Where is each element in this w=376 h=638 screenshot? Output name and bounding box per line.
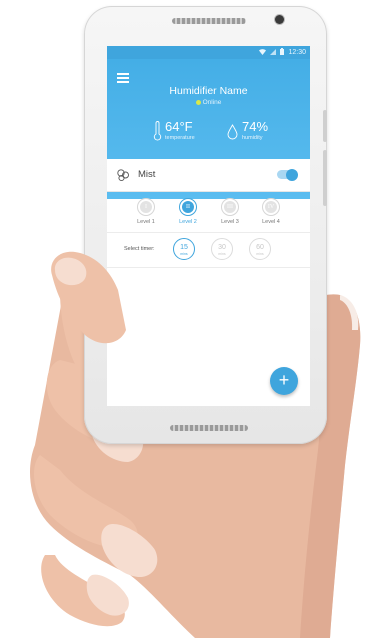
level-1-label: Level 1 [137, 219, 155, 225]
mist-label: Mist [138, 169, 156, 180]
level-1-numeral: I [140, 201, 152, 213]
status-time: 12:30 [288, 49, 306, 56]
mist-icon [117, 169, 129, 182]
phone-speaker-bottom [170, 425, 248, 431]
connection-status-label: Online [202, 99, 222, 106]
level-3-option[interactable]: III Level 3 [212, 198, 248, 225]
level-1-button[interactable]: I [137, 198, 155, 216]
level-3-label: Level 3 [221, 219, 239, 225]
timer-option-value: 60 [256, 244, 264, 251]
timer-option-30[interactable]: 30 mins [211, 238, 233, 260]
phone-volume-button [323, 110, 327, 142]
timer-option-unit: mins [218, 252, 226, 256]
temperature-label: temperature [165, 135, 195, 141]
level-1-option[interactable]: I Level 1 [128, 198, 164, 225]
plus-icon: + [278, 370, 290, 390]
humidity-value: 74% [242, 119, 269, 134]
mist-toggle[interactable] [277, 168, 298, 181]
timer-option-15[interactable]: 15 mins [173, 238, 195, 260]
wifi-icon [259, 48, 267, 57]
timer-option-value: 30 [218, 244, 226, 251]
timer-label: Select timer: [124, 246, 155, 252]
level-2-label: Level 2 [179, 219, 197, 225]
mist-row: Mist [107, 159, 310, 192]
connection-status: Online [107, 99, 310, 106]
timer-option-unit: mins [180, 252, 188, 256]
level-4-option[interactable]: IV Level 4 [253, 198, 289, 225]
phone-power-button [323, 150, 327, 206]
humidity-metric: 74% humidity [227, 119, 287, 145]
droplet-icon [227, 124, 238, 140]
level-2-numeral: II [182, 201, 194, 213]
app-screen: 12:30 Humidifier Name Online 64°F temper… [107, 46, 310, 406]
temperature-value: 64°F [165, 119, 193, 134]
level-3-button[interactable]: III [221, 198, 239, 216]
signal-icon [270, 48, 277, 57]
phone-speaker-top [172, 18, 246, 24]
timer-option-60[interactable]: 60 mins [249, 238, 271, 260]
level-2-option[interactable]: II Level 2 [170, 198, 206, 225]
temperature-metric: 64°F temperature [153, 119, 213, 145]
level-3-numeral: III [224, 201, 236, 213]
level-4-numeral: IV [265, 201, 277, 213]
timer-row: Select timer: 15 mins 30 mins 60 mins [107, 233, 310, 268]
toggle-knob [286, 168, 298, 181]
status-bar: 12:30 [107, 46, 310, 59]
add-button[interactable]: + [270, 367, 298, 395]
level-4-button[interactable]: IV [262, 198, 280, 216]
level-4-label: Level 4 [262, 219, 280, 225]
menu-icon[interactable] [117, 73, 129, 83]
level-selector: I Level 1 II Level 2 III Level 3 IV Leve… [107, 192, 310, 233]
battery-icon [280, 48, 285, 57]
online-dot [195, 99, 201, 105]
phone-camera [275, 15, 284, 24]
timer-option-value: 15 [180, 244, 188, 251]
humidity-label: humidity [242, 135, 263, 141]
timer-option-unit: mins [256, 252, 264, 256]
device-name: Humidifier Name [169, 85, 248, 97]
level-2-button[interactable]: II [179, 198, 197, 216]
thermometer-icon [153, 121, 162, 141]
